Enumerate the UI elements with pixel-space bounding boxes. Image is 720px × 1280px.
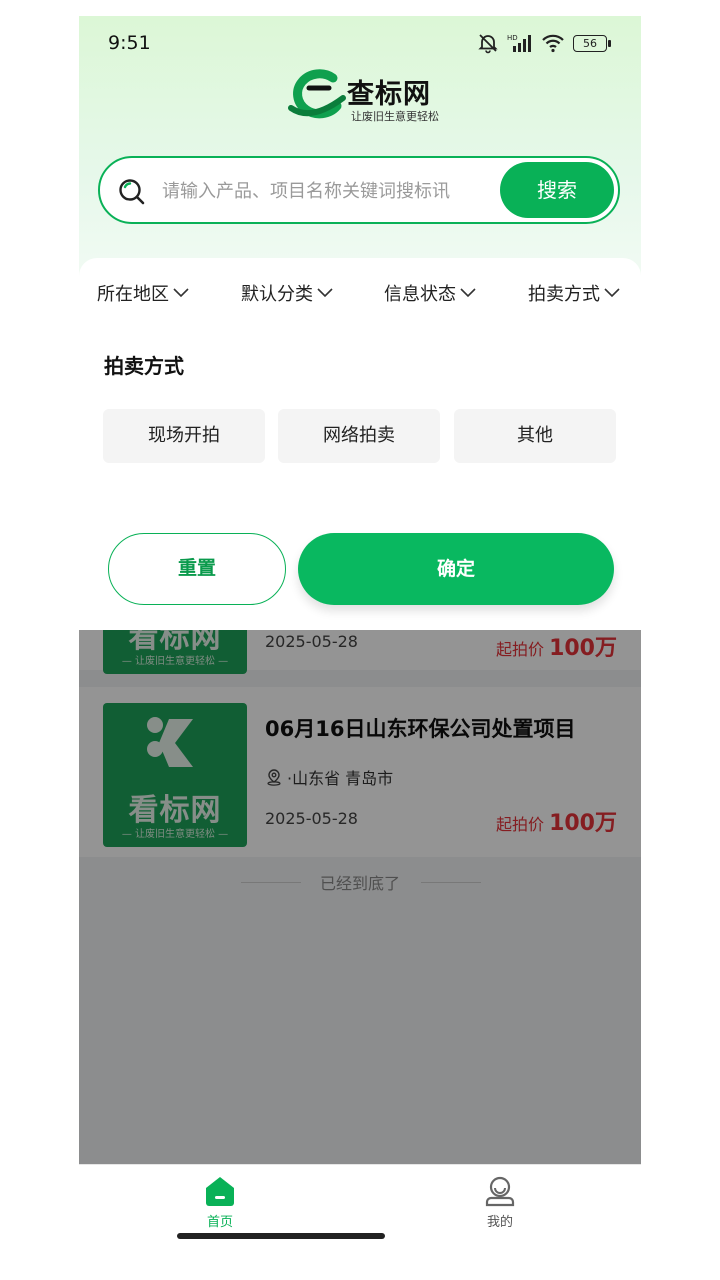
filter-tab-label: 拍卖方式 [528, 284, 600, 305]
nav-mine[interactable]: 我的 [460, 1175, 540, 1230]
filter-section-title: 拍卖方式 [104, 354, 184, 378]
filter-tab-label: 信息状态 [384, 284, 456, 305]
status-icons: HD 56 [477, 32, 611, 54]
chevron-down-icon [460, 288, 476, 298]
filter-tab-label: 所在地区 [97, 284, 169, 305]
search-input[interactable] [160, 172, 484, 210]
option-online-auction[interactable]: 网络拍卖 [278, 409, 440, 463]
logo-name: 查标网 [347, 79, 431, 110]
nav-mine-label: 我的 [486, 1215, 513, 1230]
home-indicator [177, 1233, 385, 1239]
mute-bell-icon [478, 34, 498, 54]
chevron-down-icon [317, 288, 333, 298]
home-icon [206, 1177, 234, 1206]
filter-tab-category[interactable]: 默认分类 [241, 280, 333, 306]
filter-tab-auction-type[interactable]: 拍卖方式 [528, 280, 620, 306]
logo-mark-icon [288, 69, 346, 119]
status-time: 9:51 [108, 32, 151, 54]
confirm-button[interactable]: 确定 [298, 533, 614, 605]
search-bar[interactable]: 搜索 [98, 156, 620, 224]
svg-text:HD: HD [507, 34, 518, 42]
logo-slogan: 让废旧生意更轻松 [351, 110, 439, 123]
filter-tab-region[interactable]: 所在地区 [97, 280, 189, 306]
chevron-down-icon [173, 288, 189, 298]
filter-tab-label: 默认分类 [241, 284, 313, 305]
filter-tabs: 所在地区 默认分类 信息状态 拍卖方式 [79, 280, 641, 310]
phone-screen: 9:51 HD 56 查标网 让废旧生意更轻松 请输入产品、项目名称关键词搜标讯… [79, 16, 641, 1264]
option-other[interactable]: 其他 [454, 409, 616, 463]
nav-home[interactable]: 首页 [180, 1175, 260, 1230]
signal-icon: HD [507, 34, 531, 52]
option-onsite-auction[interactable]: 现场开拍 [103, 409, 265, 463]
search-button[interactable]: 搜索 [500, 162, 614, 218]
nav-home-label: 首页 [206, 1215, 233, 1230]
dim-overlay[interactable] [79, 630, 641, 1164]
chevron-down-icon [604, 288, 620, 298]
status-bar: 9:51 HD 56 [79, 16, 641, 70]
wifi-icon [542, 34, 564, 53]
bottom-nav: 首页 我的 [79, 1164, 641, 1264]
reset-button[interactable]: 重置 [108, 533, 286, 605]
search-icon [119, 179, 145, 205]
app-logo: 查标网 让废旧生意更轻松 [285, 68, 455, 128]
filter-tab-status[interactable]: 信息状态 [384, 280, 476, 306]
filter-panel: 所在地区 默认分类 信息状态 拍卖方式 拍卖方式 现场开拍 网络拍卖 其他 重置… [79, 258, 641, 630]
user-icon [485, 1176, 515, 1207]
battery-icon: 56 [573, 34, 611, 52]
